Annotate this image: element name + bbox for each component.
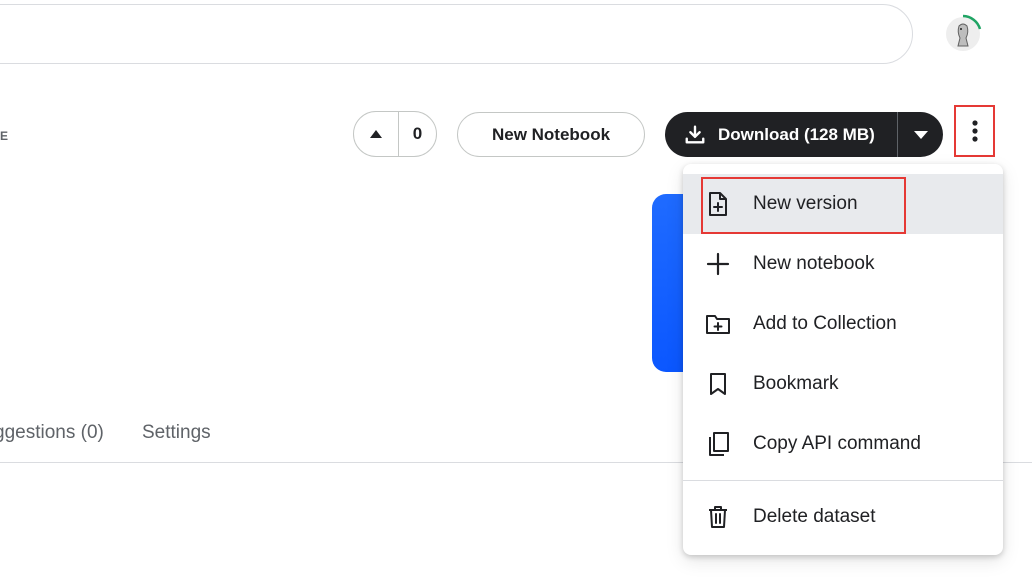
plus-icon — [705, 251, 731, 277]
avatar-image — [946, 14, 982, 51]
copy-icon — [705, 431, 731, 457]
menu-item-label: Bookmark — [753, 373, 839, 394]
menu-item-new-version[interactable]: New version — [683, 174, 1003, 234]
upvote-button[interactable] — [354, 112, 399, 156]
download-button-group: Download (128 MB) — [665, 112, 943, 157]
more-options-button[interactable] — [954, 105, 995, 157]
tab-settings[interactable]: Settings — [142, 422, 211, 444]
upvote-widget: 0 — [353, 111, 437, 157]
file-plus-icon — [705, 191, 731, 217]
folder-plus-icon — [705, 311, 731, 337]
dataset-page: E 0 New Notebook Download (128 MB) ggest… — [0, 0, 1032, 583]
more-options-menu: New version New notebook Add to Collecti… — [683, 164, 1003, 555]
menu-item-new-notebook[interactable]: New notebook — [683, 234, 1003, 294]
download-options-button[interactable] — [898, 112, 943, 157]
bookmark-icon — [705, 371, 731, 397]
caret-down-icon — [913, 130, 928, 139]
more-vert-icon — [971, 120, 978, 142]
caret-up-icon — [370, 130, 382, 138]
download-icon — [684, 124, 706, 146]
menu-item-label: New notebook — [753, 253, 875, 274]
menu-item-label: Delete dataset — [753, 506, 876, 527]
menu-item-bookmark[interactable]: Bookmark — [683, 354, 1003, 414]
download-label: Download (128 MB) — [718, 124, 875, 144]
new-notebook-button[interactable]: New Notebook — [457, 112, 645, 157]
menu-item-label: Copy API command — [753, 433, 921, 454]
trash-icon — [705, 504, 731, 530]
tab-suggestions[interactable]: ggestions (0) — [0, 422, 104, 444]
menu-item-delete-dataset[interactable]: Delete dataset — [683, 487, 1003, 547]
menu-item-label: Add to Collection — [753, 313, 897, 334]
menu-divider — [683, 480, 1003, 481]
menu-item-copy-api-command[interactable]: Copy API command — [683, 414, 1003, 474]
avatar[interactable] — [943, 14, 983, 54]
menu-item-add-to-collection[interactable]: Add to Collection — [683, 294, 1003, 354]
dataset-subtitle-fragment: E — [0, 129, 9, 143]
download-button[interactable]: Download (128 MB) — [665, 112, 897, 157]
menu-item-label: New version — [753, 193, 858, 214]
upvote-count: 0 — [412, 124, 423, 143]
search-input[interactable] — [0, 4, 913, 64]
